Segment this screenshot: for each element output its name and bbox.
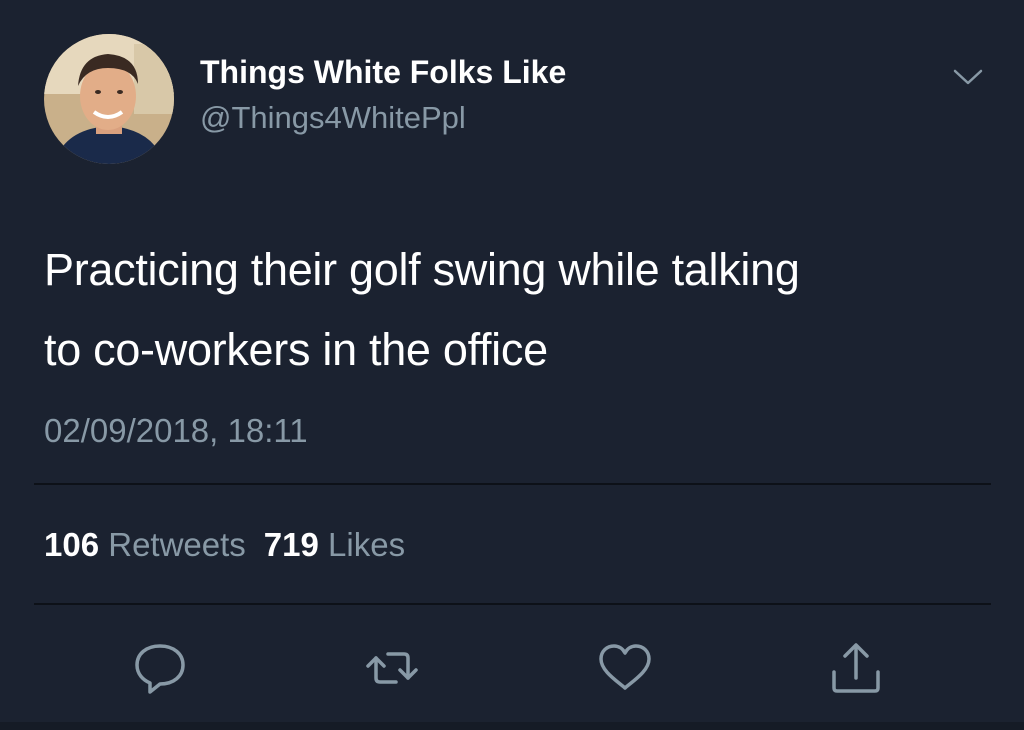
tweet-timestamp: 02/09/2018, 18:11: [44, 412, 308, 449]
divider: [34, 483, 991, 485]
likes-label: Likes: [328, 526, 406, 563]
likes-count: 719: [263, 526, 319, 563]
tweet-text: Practicing their golf swing while talkin…: [44, 230, 984, 390]
retweets-label: Retweets: [108, 526, 246, 563]
divider: [34, 603, 991, 605]
retweets-count: 106: [44, 526, 100, 563]
share-icon[interactable]: [826, 638, 886, 698]
chevron-down-icon[interactable]: [948, 62, 988, 92]
bottom-edge: [0, 722, 1024, 730]
avatar-photo: [44, 34, 174, 164]
user-handle[interactable]: @Things4WhitePpl: [200, 100, 466, 136]
tweet-text-line: to co-workers in the office: [44, 324, 548, 375]
reply-icon[interactable]: [130, 638, 190, 698]
retweet-icon[interactable]: [362, 638, 422, 698]
tweet-stats: 106 Retweets 719 Likes: [44, 526, 405, 564]
heart-icon[interactable]: [595, 638, 655, 698]
avatar[interactable]: [44, 34, 174, 164]
retweets-stat[interactable]: 106 Retweets: [44, 526, 246, 563]
likes-stat[interactable]: 719 Likes: [264, 526, 405, 563]
display-name[interactable]: Things White Folks Like: [200, 54, 566, 91]
tweet-text-line: Practicing their golf swing while talkin…: [44, 244, 800, 295]
